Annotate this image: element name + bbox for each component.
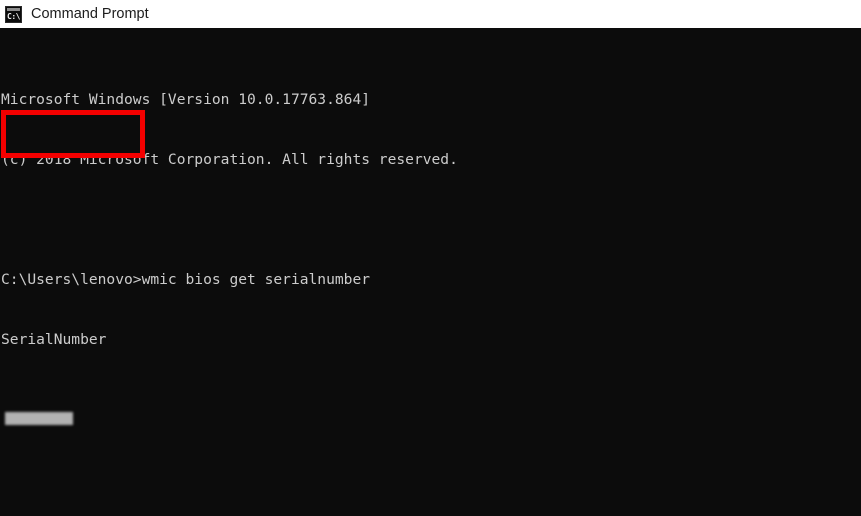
icon-prompt-glyph: C:\ — [7, 12, 20, 21]
console-line-command: C:\Users\lenovo>wmic bios get serialnumb… — [1, 271, 371, 288]
command-prompt-window: C:\ Command Prompt Microsoft Windows [Ve… — [0, 0, 861, 516]
console-line-blank-2 — [1, 490, 861, 510]
console-line-serialnumber-value — [1, 410, 861, 430]
titlebar[interactable]: C:\ Command Prompt — [0, 0, 861, 28]
console-line-copyright: (c) 2018 Microsoft Corporation. All righ… — [1, 151, 458, 168]
redacted-serial-number — [5, 412, 73, 425]
console-output-area[interactable]: Microsoft Windows [Version 10.0.17763.86… — [0, 28, 861, 516]
command-prompt-icon: C:\ — [5, 6, 22, 23]
window-title: Command Prompt — [31, 6, 149, 22]
console-line-blank-1 — [1, 210, 861, 230]
console-line-serialnumber-header: SerialNumber — [1, 331, 107, 348]
console-line-version: Microsoft Windows [Version 10.0.17763.86… — [1, 91, 371, 108]
